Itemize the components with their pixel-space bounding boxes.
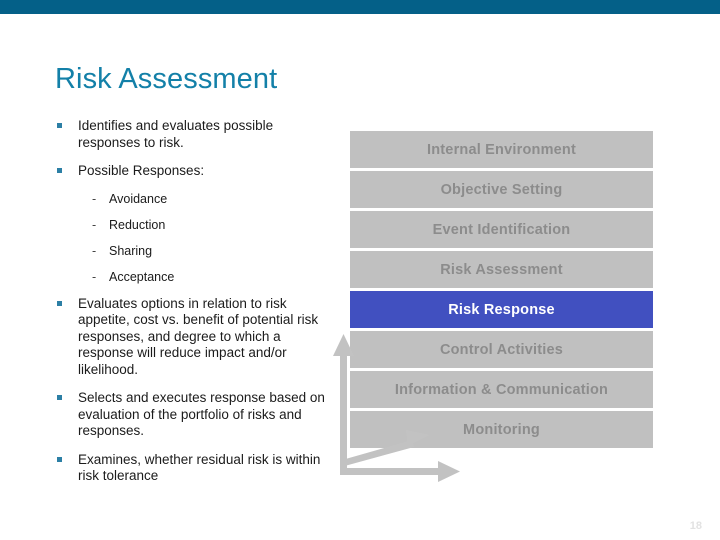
bullet-item: Possible Responses:	[52, 163, 337, 180]
sub-bullet-item: - Sharing	[52, 244, 337, 259]
dash-marker-icon: -	[92, 217, 97, 232]
bullet-text: Possible Responses:	[78, 163, 205, 178]
bullet-text: Evaluates options in relation to risk ap…	[78, 295, 319, 377]
framework-bar-monitoring[interactable]: Monitoring	[350, 411, 653, 448]
framework-bar-control-activities[interactable]: Control Activities	[350, 331, 653, 368]
framework-bar-internal-environment[interactable]: Internal Environment	[350, 131, 653, 168]
sub-bullet-item: - Reduction	[52, 218, 337, 233]
framework-bar-event-identification[interactable]: Event Identification	[350, 211, 653, 248]
framework-bar-objective-setting[interactable]: Objective Setting	[350, 171, 653, 208]
bullet-square-icon	[57, 300, 62, 306]
bullet-text: Selects and executes response based on e…	[78, 390, 325, 438]
framework-bar-risk-assessment[interactable]: Risk Assessment	[350, 251, 653, 288]
bullet-square-icon	[57, 395, 62, 400]
erm-framework-stack: Internal Environment Objective Setting E…	[350, 131, 653, 451]
sub-bullet-text: Avoidance	[109, 191, 168, 206]
sub-bullet-text: Sharing	[109, 243, 153, 258]
sub-bullet-item: - Acceptance	[52, 270, 337, 285]
sub-bullet-text: Reduction	[109, 217, 166, 232]
sub-bullet-text: Acceptance	[109, 269, 175, 284]
bullet-list: Identifies and evaluates possible respon…	[52, 118, 337, 497]
sub-bullet-list: - Avoidance - Reduction - Sharing - Acce…	[52, 192, 337, 285]
dash-marker-icon: -	[92, 191, 97, 206]
page-title: Risk Assessment	[55, 63, 278, 95]
dash-marker-icon: -	[92, 243, 97, 258]
bullet-item: Selects and executes response based on e…	[52, 390, 337, 440]
bullet-item: Evaluates options in relation to risk ap…	[52, 296, 337, 379]
bullet-text: Examines, whether residual risk is withi…	[78, 451, 321, 484]
sub-bullet-item: - Avoidance	[52, 192, 337, 207]
bullet-square-icon	[57, 168, 62, 173]
page-number: 18	[689, 520, 702, 532]
bullet-square-icon	[57, 456, 62, 462]
framework-bar-risk-response[interactable]: Risk Response	[350, 291, 653, 328]
slide-canvas: Risk Assessment Identifies and evaluates…	[0, 0, 720, 540]
framework-bar-information-communication[interactable]: Information & Communication	[350, 371, 653, 408]
top-accent-bar	[0, 0, 720, 14]
arrow-right-icon	[340, 461, 460, 482]
bullet-square-icon	[57, 123, 62, 128]
bullet-item: Identifies and evaluates possible respon…	[52, 118, 337, 151]
bullet-item: Examines, whether residual risk is withi…	[52, 452, 337, 485]
dash-marker-icon: -	[92, 269, 97, 284]
bullet-text: Identifies and evaluates possible respon…	[78, 118, 274, 150]
